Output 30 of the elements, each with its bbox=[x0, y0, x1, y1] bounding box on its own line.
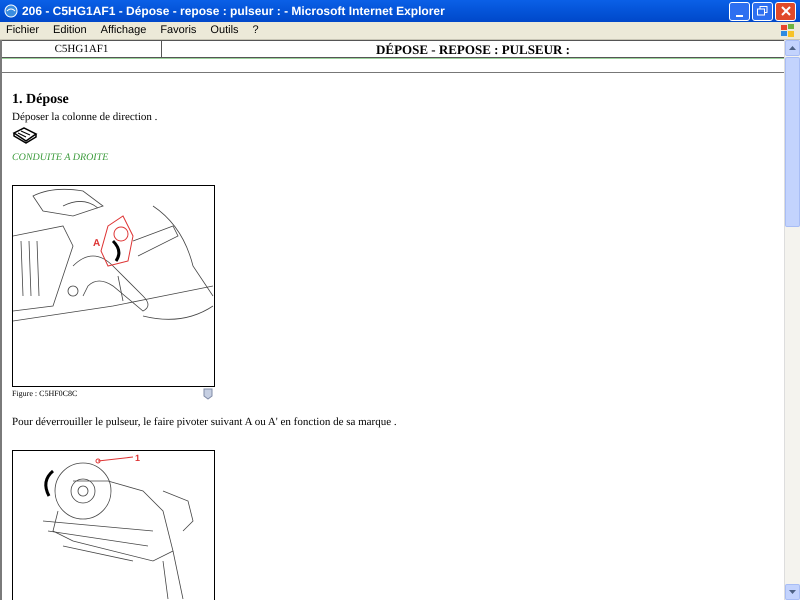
down-arrow-icon bbox=[789, 590, 796, 594]
callout-label: A bbox=[93, 238, 100, 248]
section-heading: 1. Dépose bbox=[12, 90, 70, 108]
menu-item[interactable]: Favoris bbox=[160, 22, 196, 39]
scroll-down-button[interactable] bbox=[785, 584, 800, 600]
scroll-up-button[interactable] bbox=[785, 40, 800, 56]
up-arrow-icon bbox=[789, 46, 796, 50]
paragraph-text: Pour déverrouiller le pulseur, le faire pivoter suivant A ou A' en fonction de sa marque . bbox=[12, 414, 398, 430]
window-title: 206 - C5HG1AF1 - Dépose - repose : pulseur : - Microsoft Internet Explorer bbox=[22, 3, 445, 20]
figure-caption: Figure : C5HF0C8C bbox=[12, 388, 78, 400]
drive-side-note: CONDUITE A DROITE bbox=[12, 150, 110, 164]
minimize-button[interactable] bbox=[729, 2, 750, 20]
menu-item[interactable]: Affichage bbox=[100, 22, 146, 39]
book-icon[interactable] bbox=[12, 126, 38, 144]
browser-icon bbox=[4, 4, 18, 18]
windows-logo-icon bbox=[780, 24, 796, 38]
menu-item[interactable]: ? bbox=[252, 22, 259, 39]
scrollbar-thumb[interactable] bbox=[785, 57, 800, 227]
menu-item[interactable]: Edition bbox=[53, 22, 87, 39]
vertical-scrollbar[interactable] bbox=[784, 40, 800, 600]
menu-item[interactable]: Outils bbox=[210, 22, 239, 39]
menu-item[interactable]: Fichier bbox=[6, 22, 40, 39]
instruction-text: Déposer la colonne de direction . bbox=[12, 110, 158, 124]
restore-icon bbox=[757, 6, 768, 16]
close-button[interactable] bbox=[775, 2, 796, 20]
document-title: DÉPOSE - REPOSE : PULSEUR : bbox=[375, 41, 571, 57]
close-icon bbox=[780, 6, 790, 16]
document-code: C5HG1AF1 bbox=[2, 41, 162, 57]
callout-label: 1 bbox=[135, 453, 140, 463]
restore-button[interactable] bbox=[752, 2, 773, 20]
